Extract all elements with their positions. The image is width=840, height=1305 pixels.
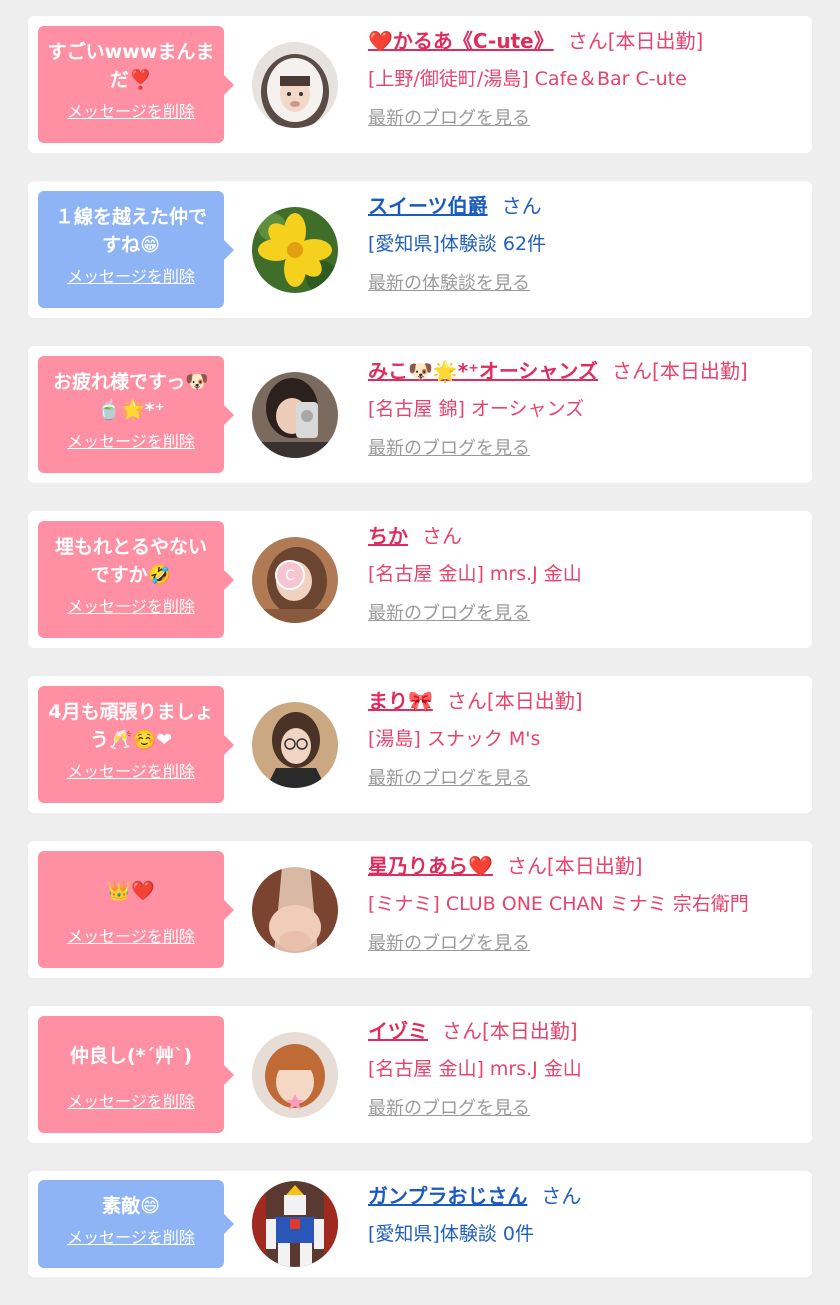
svg-text:C: C [285, 568, 295, 584]
shop-info: [上野/御徒町/湯島] Cafe＆Bar C-ute [368, 68, 687, 90]
message-bubble: 仲良し(*´艸`) メッセージを削除 [38, 1016, 234, 1133]
girl-sticker-avatar[interactable]: C [252, 537, 338, 623]
user-suffix: さん[本日出勤] [612, 359, 748, 383]
user-suffix: さん[本日出勤] [446, 689, 583, 713]
list-item: 4月も頑張りましょう🥂☺️❤ メッセージを削除 まり🎀 さん[本日出勤] [湯島]… [28, 676, 812, 813]
shop-info: [ミナミ] CLUB ONE CHAN ミナミ 宗右衛門 [368, 893, 749, 915]
shop-info: [名古屋 金山] mrs.J 金山 [368, 563, 582, 585]
list-item: 埋もれとるやないですか🤣 メッセージを削除 C ちか さん [名古屋 金山] mr… [28, 511, 812, 648]
list-item: 仲良し(*´艸`) メッセージを削除 イヅミ さん[本日出勤] [名古屋 金山] … [28, 1006, 812, 1143]
shop-info: [湯島] スナック M's [368, 728, 541, 750]
yellow-flower-avatar[interactable] [252, 207, 338, 293]
user-name-link[interactable]: まり🎀 [368, 689, 433, 713]
user-suffix: さん [422, 524, 462, 548]
shop-info: [名古屋 錦] オーシャンズ [368, 398, 585, 420]
latest-review-link[interactable]: 最新の体験談を見る [368, 269, 804, 299]
user-name-link[interactable]: ガンプラおじさん [368, 1184, 527, 1208]
delete-message-link[interactable]: メッセージを削除 [67, 428, 195, 452]
user-suffix: さん[本日出勤] [442, 1019, 578, 1043]
latest-blog-link[interactable]: 最新のブログを見る [368, 929, 804, 959]
user-name-link[interactable]: ❤️かるあ《C-ute》 [368, 29, 554, 53]
list-item: １線を越えた仲ですね😁 メッセージを削除 スイーツ伯爵 さん [愛知県]体験談 … [28, 181, 812, 318]
list-item: お疲れ様ですっ🐶🍵🌟*⁺ メッセージを削除 みこ🐶🌟*⁺オーシャンズ さん[本日出… [28, 346, 812, 483]
girl-glasses-avatar[interactable] [252, 702, 338, 788]
girl-bob-avatar[interactable] [252, 1032, 338, 1118]
message-text: 埋もれとるやないですか🤣 [54, 536, 207, 586]
message-list: すごいwwwまんまだ❣️ メッセージを削除 ❤️かるあ《C-ute》 さん[本日出… [28, 16, 812, 1305]
user-name-link[interactable]: ちか [368, 524, 408, 548]
delete-message-link[interactable]: メッセージを削除 [67, 263, 195, 287]
latest-blog-link[interactable]: 最新のブログを見る [368, 1094, 804, 1124]
robot-model-avatar[interactable] [252, 1181, 338, 1267]
latest-blog-link[interactable]: 最新のブログを見る [368, 434, 804, 464]
message-bubble: 素敵😄 メッセージを削除 [38, 1180, 234, 1268]
list-item: すごいwwwまんまだ❣️ メッセージを削除 ❤️かるあ《C-ute》 さん[本日出… [28, 16, 812, 153]
user-name-link[interactable]: みこ🐶🌟*⁺オーシャンズ [368, 359, 598, 383]
shop-info: [名古屋 金山] mrs.J 金山 [368, 1058, 582, 1080]
delete-message-link[interactable]: メッセージを削除 [67, 1088, 195, 1112]
delete-message-link[interactable]: メッセージを削除 [67, 1224, 195, 1248]
latest-blog-link[interactable]: 最新のブログを見る [368, 599, 804, 629]
girl-hair-avatar[interactable] [252, 867, 338, 953]
latest-blog-link[interactable]: 最新のブログを見る [368, 764, 804, 794]
message-text: １線を越えた仲ですね😁 [54, 206, 207, 256]
message-bubble: お疲れ様ですっ🐶🍵🌟*⁺ メッセージを削除 [38, 356, 234, 473]
message-text: すごいwwwまんまだ❣️ [47, 41, 215, 91]
user-name-link[interactable]: 星乃りあら❤️ [368, 854, 493, 878]
list-item: 素敵😄 メッセージを削除 ガンプラおじさん さん [愛知県]体験談 0件 [28, 1171, 812, 1277]
user-suffix: さん[本日出勤] [567, 29, 704, 53]
message-text: 👑❤️ [107, 880, 155, 902]
user-suffix: さん [501, 194, 542, 218]
delete-message-link[interactable]: メッセージを削除 [67, 98, 195, 122]
delete-message-link[interactable]: メッセージを削除 [67, 923, 195, 947]
message-text: 仲良し(*´艸`) [69, 1045, 193, 1067]
message-bubble: すごいwwwまんまだ❣️ メッセージを削除 [38, 26, 234, 143]
review-info: [愛知県]体験談 62件 [368, 233, 547, 255]
delete-message-link[interactable]: メッセージを削除 [67, 758, 195, 782]
user-name-link[interactable]: イヅミ [368, 1019, 428, 1043]
user-suffix: さん[本日出勤] [506, 854, 643, 878]
review-info: [愛知県]体験談 0件 [368, 1223, 534, 1245]
message-bubble: １線を越えた仲ですね😁 メッセージを削除 [38, 191, 234, 308]
delete-message-link[interactable]: メッセージを削除 [67, 593, 195, 617]
message-text: お疲れ様ですっ🐶🍵🌟*⁺ [53, 371, 209, 421]
girl-phone-avatar[interactable] [252, 372, 338, 458]
message-bubble: 埋もれとるやないですか🤣 メッセージを削除 [38, 521, 234, 638]
message-bubble: 4月も頑張りましょう🥂☺️❤ メッセージを削除 [38, 686, 234, 803]
girl-hood-avatar[interactable] [252, 42, 338, 128]
user-name-link[interactable]: スイーツ伯爵 [368, 194, 488, 218]
latest-blog-link[interactable]: 最新のブログを見る [368, 104, 804, 134]
message-text: 素敵😄 [102, 1195, 160, 1217]
list-item: 👑❤️ メッセージを削除 星乃りあら❤️ さん[本日出勤] [ミナミ] CLUB … [28, 841, 812, 978]
message-bubble: 👑❤️ メッセージを削除 [38, 851, 234, 968]
message-text: 4月も頑張りましょう🥂☺️❤ [48, 701, 214, 751]
user-suffix: さん [541, 1184, 582, 1208]
